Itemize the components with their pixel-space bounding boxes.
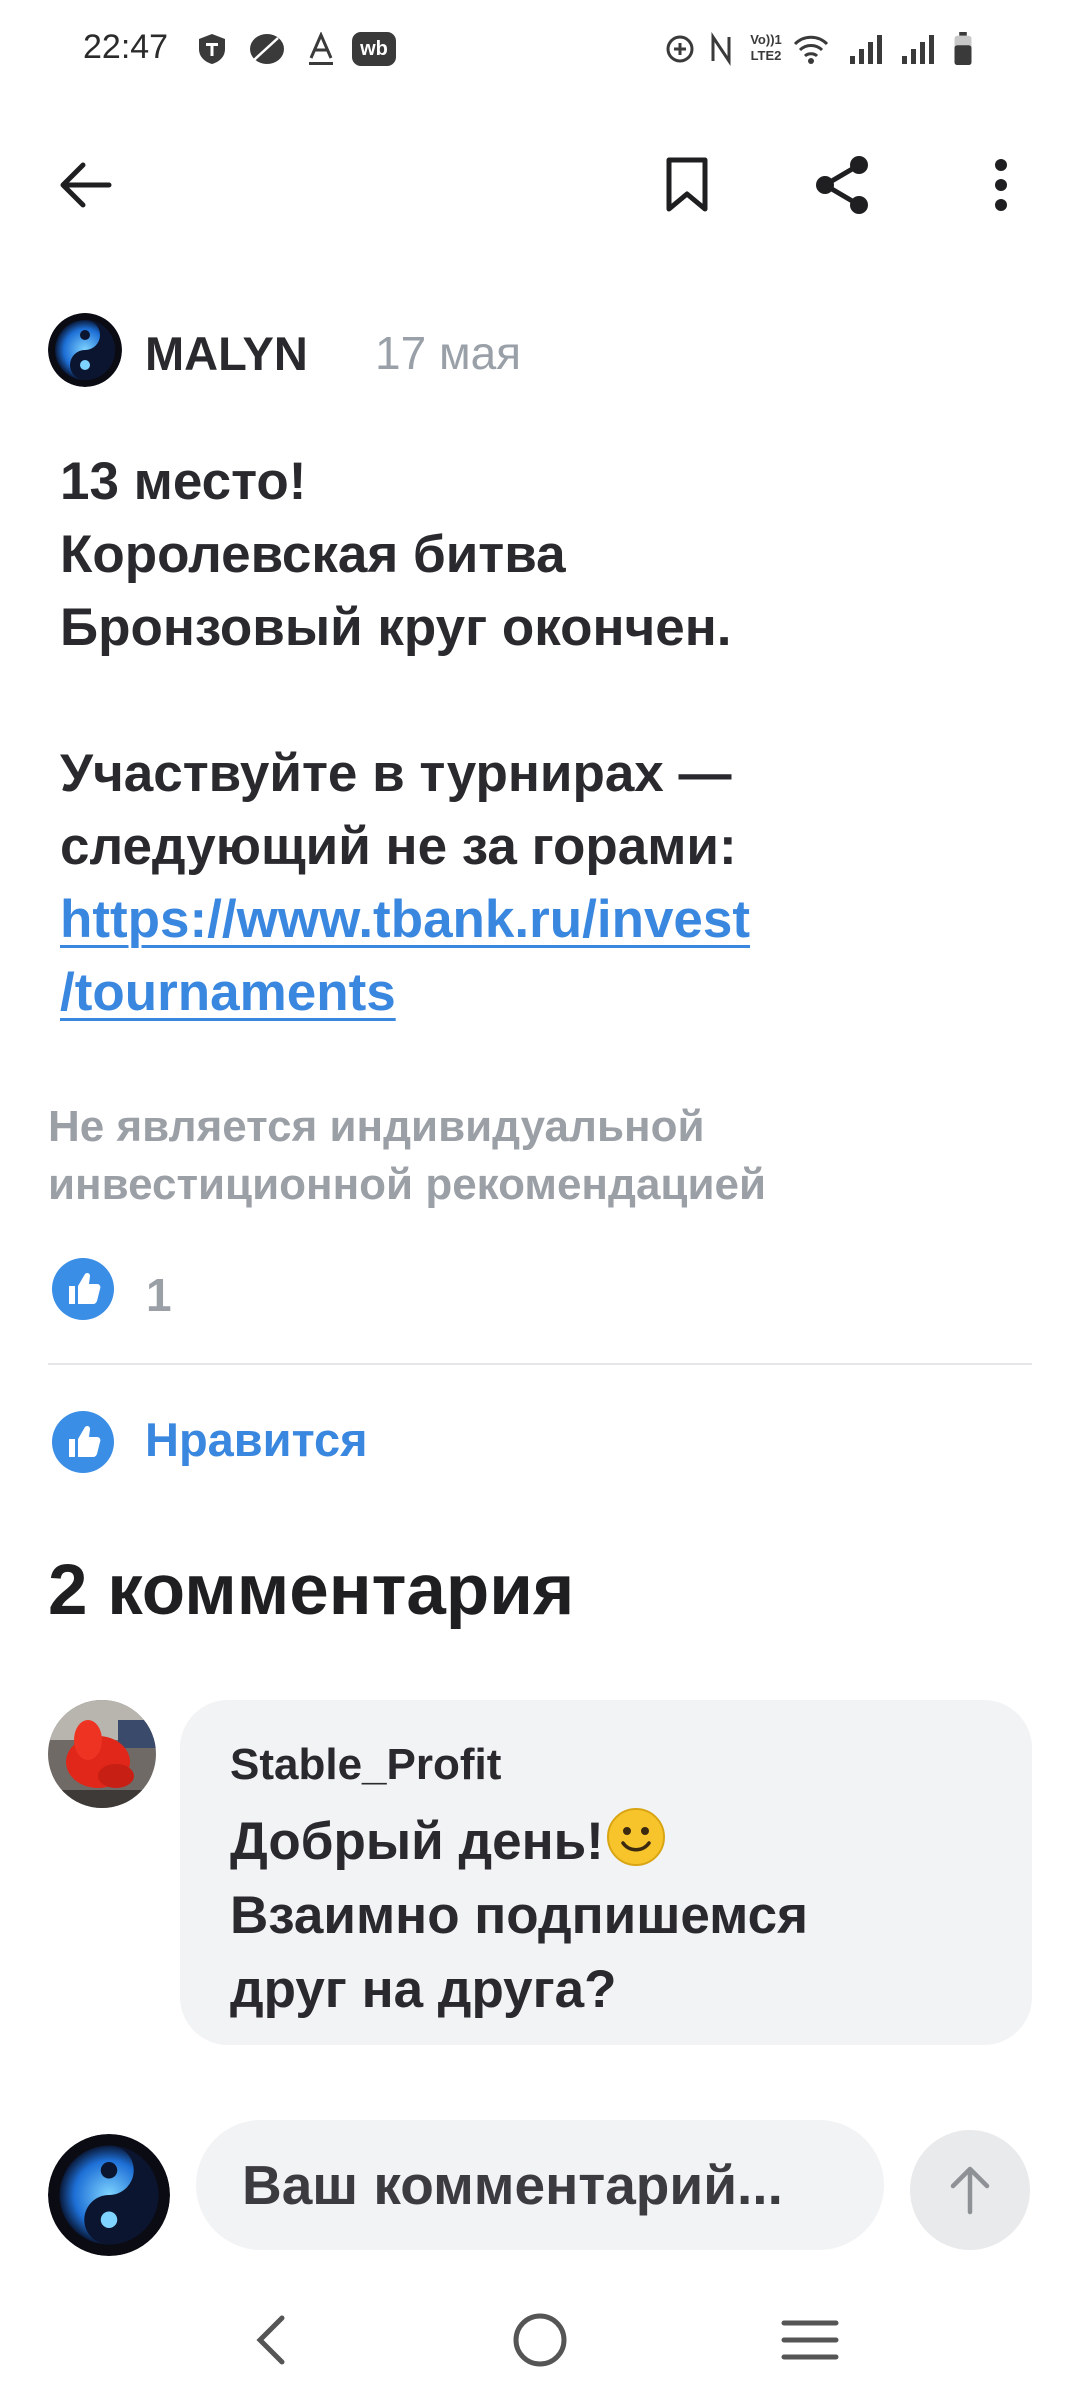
tournaments-link-cont[interactable]: /tournaments — [60, 956, 1040, 1029]
post-date: 17 мая — [375, 327, 522, 379]
nav-menu-button[interactable] — [765, 2300, 855, 2380]
leaf-icon — [250, 34, 284, 64]
tournaments-link[interactable]: https://www.tbank.ru/invest — [60, 883, 1040, 956]
post-line: Бронзовый круг окончен. — [60, 598, 732, 657]
smile-emoji-icon — [606, 1808, 665, 1866]
yin-yang-icon — [48, 313, 122, 387]
share-icon — [816, 156, 868, 214]
bookmark-icon — [666, 157, 708, 212]
app-bar — [0, 100, 1080, 265]
post-body: 13 место! Королевская битва Бронзовый кр… — [60, 445, 1040, 1029]
disclaimer-line: Не является индивидуальной — [48, 1102, 705, 1151]
more-vertical-icon — [995, 159, 1007, 211]
post-author[interactable]: MALYN — [145, 326, 308, 381]
wb-text: wb — [360, 37, 388, 60]
comment-line: Добрый день! — [230, 1805, 1010, 1879]
back-button[interactable] — [50, 150, 120, 220]
divider — [48, 1363, 1032, 1365]
lte-text: LTE2 — [750, 48, 782, 63]
chevron-left-icon — [256, 2315, 285, 2365]
comments-title: 2 комментария — [48, 1551, 575, 1630]
comment-line-text: Добрый день! — [230, 1812, 604, 1871]
commenter-avatar[interactable] — [48, 1700, 156, 1808]
back-arrow-icon — [60, 162, 112, 208]
post-line: 13 место! — [60, 452, 307, 511]
circle-icon — [513, 2313, 567, 2367]
wb-icon: wb — [352, 32, 396, 66]
share-button[interactable] — [808, 150, 878, 220]
more-button[interactable] — [966, 150, 1036, 220]
thumbs-up-icon — [52, 1411, 114, 1473]
wifi-icon — [793, 35, 829, 64]
post-line: Участвуйте в турнирах — — [60, 744, 732, 803]
thumbs-up-icon — [52, 1258, 114, 1320]
like-label[interactable]: Нравится — [145, 1412, 368, 1467]
yin-yang-icon — [48, 2134, 170, 2256]
post-line: следующий не за горами: — [60, 817, 737, 876]
disclaimer: Не является индивидуальной инвестиционно… — [48, 1098, 1008, 1214]
comment-bubble: Stable_Profit Добрый день! Взаимно подпи… — [180, 1700, 1032, 2045]
author-avatar[interactable] — [48, 313, 122, 387]
my-avatar — [48, 2134, 170, 2256]
nfc-icon — [711, 32, 731, 66]
reaction-badge[interactable] — [52, 1258, 114, 1320]
menu-icon — [781, 2320, 839, 2360]
nav-back-button[interactable] — [225, 2300, 315, 2380]
signal-icon — [850, 35, 882, 64]
font-a-icon — [309, 32, 333, 65]
like-button[interactable] — [52, 1402, 114, 1482]
comment-text: Добрый день! Взаимно подпишемся друг на … — [230, 1805, 1010, 2027]
bookmark-button[interactable] — [652, 150, 722, 220]
reaction-count: 1 — [146, 1269, 172, 1321]
shield-t-icon — [199, 34, 225, 64]
comment-composer — [0, 2100, 1080, 2270]
status-bar: 22:47 wb Vo))1 LTE2 — [0, 0, 1080, 100]
post-screen: 22:47 wb Vo))1 LTE2 MALYN 17 мая 13 мест… — [0, 0, 1080, 2404]
send-button[interactable] — [910, 2130, 1030, 2250]
comment-line: Взаимно подпишемся — [230, 1886, 809, 1945]
signal-icon — [902, 35, 934, 64]
comment-input[interactable] — [196, 2120, 884, 2250]
comment-author[interactable]: Stable_Profit — [230, 1740, 501, 1790]
post-line: Королевская битва — [60, 525, 566, 584]
comment-line: друг на друга? — [230, 1960, 617, 2019]
nav-home-button[interactable] — [495, 2300, 585, 2380]
disclaimer-line: инвестиционной рекомендацией — [48, 1160, 767, 1209]
volte-text: Vo))1 — [750, 32, 782, 47]
avatar-image — [48, 1700, 156, 1808]
status-time: 22:47 — [83, 28, 169, 66]
system-nav-bar — [0, 2280, 1080, 2404]
data-saver-icon — [666, 35, 694, 63]
volte-icon: Vo))1 LTE2 — [746, 32, 786, 68]
battery-icon — [954, 32, 972, 66]
arrow-up-icon — [950, 2166, 990, 2215]
